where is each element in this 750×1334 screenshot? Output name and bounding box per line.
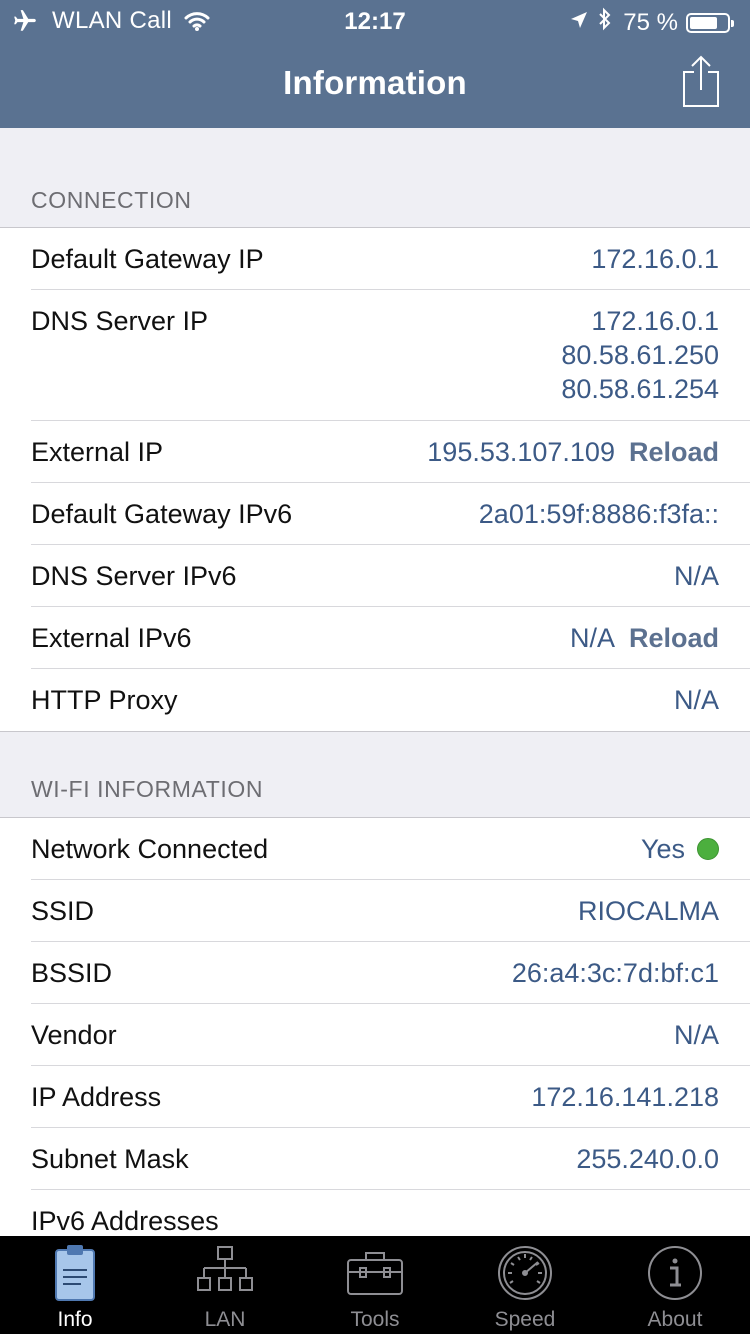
row-label: External IPv6 [31,623,192,653]
tab-about[interactable]: About [600,1236,750,1334]
tab-speed[interactable]: Speed [450,1236,600,1334]
page-title: Information [283,64,467,101]
row-default-gateway-ip[interactable]: Default Gateway IP 172.16.0.1 [31,228,750,290]
row-default-gateway-ipv6[interactable]: Default Gateway IPv6 2a01:59f:8886:f3fa:… [31,483,750,545]
info-table[interactable]: CONNECTION Default Gateway IP 172.16.0.1… [0,128,750,1236]
location-arrow-icon [569,9,589,37]
row-value: 172.16.0.1 80.58.61.250 80.58.61.254 [561,290,719,406]
row-value: 26:a4:3c:7d:bf:c1 [511,958,719,988]
row-external-ip[interactable]: External IP 195.53.107.109 Reload [31,421,750,483]
row-http-proxy[interactable]: HTTP Proxy N/A [31,669,750,731]
tab-label: LAN [204,1308,246,1331]
row-label: Vendor [31,1020,117,1050]
row-value: 172.16.141.218 [531,1082,719,1112]
row-label: Default Gateway IPv6 [31,499,293,529]
row-value: N/A [673,561,719,591]
tab-info[interactable]: Info [0,1236,150,1334]
battery-level [690,16,717,29]
row-label: External IP [31,437,164,467]
row-vendor[interactable]: Vendor N/A [31,1004,750,1066]
row-dns-server-ipv6[interactable]: DNS Server IPv6 N/A [31,545,750,607]
battery-icon [686,12,734,33]
external-ip-value: 195.53.107.109 [427,437,615,467]
share-button[interactable] [680,54,722,110]
row-label: Default Gateway IP [31,244,264,274]
row-ssid[interactable]: SSID RIOCALMA [31,880,750,942]
bluetooth-icon [597,7,613,38]
share-icon [683,55,719,107]
row-label: HTTP Proxy [31,685,178,715]
tab-label: Tools [350,1308,400,1331]
reload-external-ipv6-button[interactable]: Reload [629,623,719,653]
tab-label: Speed [494,1308,556,1331]
row-ipv6-addresses[interactable]: IPv6 Addresses [31,1190,750,1236]
clipboard-icon [53,1244,97,1307]
row-value: N/A [673,1020,719,1050]
network-tree-icon [196,1244,254,1307]
tab-label: About [647,1308,703,1331]
row-dns-server-ip[interactable]: DNS Server IP 172.16.0.1 80.58.61.250 80… [31,290,750,421]
row-subnet-mask[interactable]: Subnet Mask 255.240.0.0 [31,1128,750,1190]
row-bssid[interactable]: BSSID 26:a4:3c:7d:bf:c1 [31,942,750,1004]
battery-percent: 75 % [623,8,678,36]
status-bar: WLAN Call 12:17 75 % [0,0,750,40]
dns-value-1: 172.16.0.1 [591,306,719,336]
tab-bar: Info LAN Tools Speed About [0,1236,750,1334]
dns-value-3: 80.58.61.254 [561,374,719,404]
row-value: 172.16.0.1 [591,244,719,274]
row-label: Subnet Mask [31,1144,189,1174]
row-external-ipv6[interactable]: External IPv6 N/A Reload [31,607,750,669]
connection-group: Default Gateway IP 172.16.0.1 DNS Server… [0,228,750,732]
row-label: SSID [31,896,95,926]
row-label: DNS Server IPv6 [31,561,237,591]
row-label: IP Address [31,1082,162,1112]
status-right: 75 % [569,7,734,38]
dns-value-2: 80.58.61.250 [561,340,719,370]
section-header-connection: CONNECTION [0,128,750,228]
connected-value: Yes [640,834,685,864]
row-label: DNS Server IP [31,306,209,336]
row-value: RIOCALMA [577,896,719,926]
status-dot [697,838,719,860]
row-label: BSSID [31,958,113,988]
tab-tools[interactable]: Tools [300,1236,450,1334]
navigation-bar: WLAN Call 12:17 75 % Information [0,0,750,128]
row-label: Network Connected [31,834,269,864]
tab-label: Info [57,1308,93,1331]
row-value: N/A Reload [570,607,719,655]
reload-external-ip-button[interactable]: Reload [629,437,719,467]
external-ipv6-value: N/A [569,623,615,653]
row-value: 2a01:59f:8886:f3fa:: [478,499,719,529]
toolbox-icon [346,1244,404,1307]
row-value: 255.240.0.0 [576,1144,719,1174]
row-label: IPv6 Addresses [31,1206,219,1236]
speedometer-icon [496,1244,554,1307]
section-header-wifi: WI-FI INFORMATION [0,732,750,818]
row-network-connected[interactable]: Network Connected Yes [31,818,750,880]
row-value: 195.53.107.109 Reload [427,421,719,469]
row-value: N/A [673,685,719,715]
wifi-group: Network Connected Yes SSID RIOCALMA BSSI… [0,818,750,1236]
info-circle-icon [646,1244,704,1307]
tab-lan[interactable]: LAN [150,1236,300,1334]
row-ip-address[interactable]: IP Address 172.16.141.218 [31,1066,750,1128]
row-value: Yes [641,818,719,866]
